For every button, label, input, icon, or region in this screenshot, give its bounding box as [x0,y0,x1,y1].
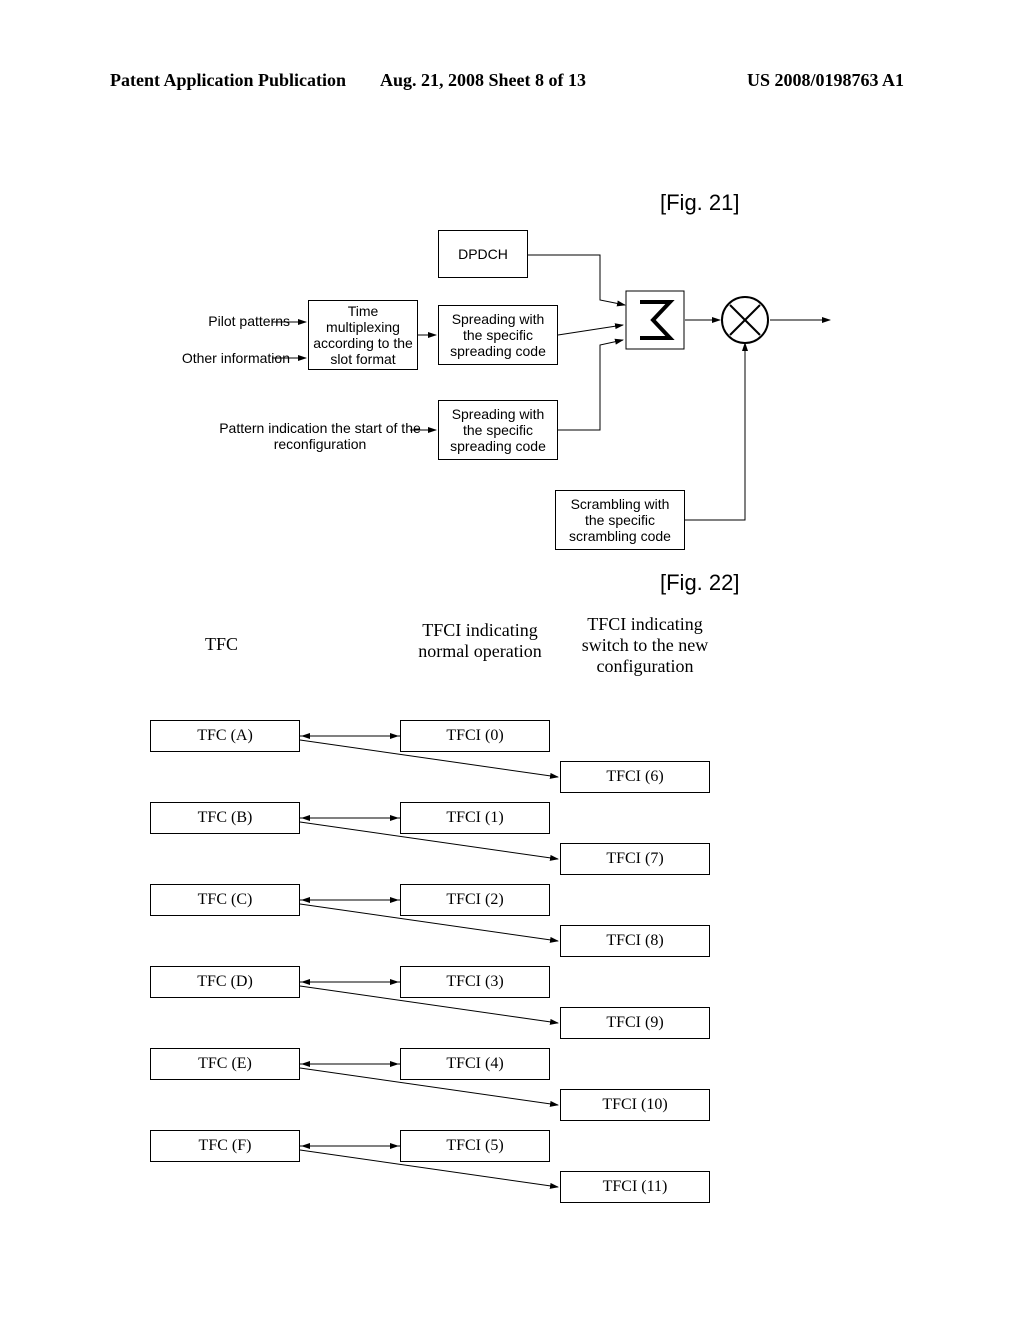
tfci-switch-box: TFCI (9) [560,1007,710,1039]
tfci-switch-box: TFCI (8) [560,925,710,957]
tfc-box: TFC (E) [150,1048,300,1080]
tfc-box: TFC (A) [150,720,300,752]
tfci-switch-box: TFCI (11) [560,1171,710,1203]
tfc-box: TFC (F) [150,1130,300,1162]
tfc-box: TFC (B) [150,802,300,834]
tfci-normal-box: TFCI (3) [400,966,550,998]
tfci-normal-box: TFCI (4) [400,1048,550,1080]
page: Patent Application Publication Aug. 21, … [0,0,1024,1320]
tfci-switch-box: TFCI (6) [560,761,710,793]
tfc-box: TFC (D) [150,966,300,998]
fig22-arrows [0,0,1024,1320]
tfc-box: TFC (C) [150,884,300,916]
tfci-normal-box: TFCI (2) [400,884,550,916]
tfci-normal-box: TFCI (0) [400,720,550,752]
tfci-normal-box: TFCI (1) [400,802,550,834]
tfci-switch-box: TFCI (10) [560,1089,710,1121]
tfci-normal-box: TFCI (5) [400,1130,550,1162]
tfci-switch-box: TFCI (7) [560,843,710,875]
